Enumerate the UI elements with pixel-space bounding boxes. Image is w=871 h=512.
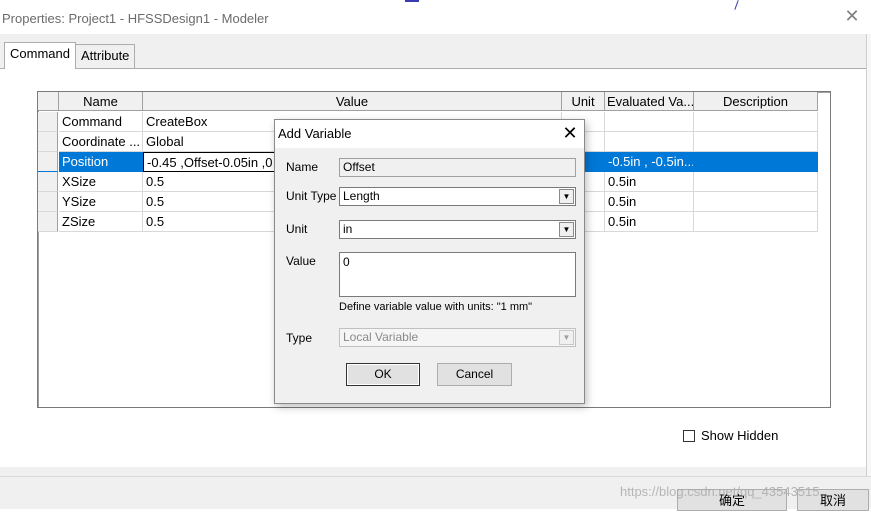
row-header[interactable] [38,112,58,132]
row-evaluated: 0.5in [605,192,694,212]
row-evaluated: -0.5in , -0.5in... [605,152,694,172]
value-label: Value [286,254,316,268]
show-hidden-checkbox[interactable] [683,430,695,442]
row-header[interactable] [38,132,58,152]
watermark-text: https://blog.csdn.net/qq_43543515 [620,484,820,499]
chevron-down-icon[interactable]: ▼ [559,222,574,237]
ok-button[interactable]: OK [346,363,420,386]
unit-type-value: Length [343,189,380,203]
row-header[interactable] [38,192,58,212]
unit-type-label: Unit Type [286,189,337,203]
column-header-value[interactable]: Value [143,92,562,111]
name-label: Name [286,160,319,174]
unit-type-select[interactable]: Length ▼ [339,187,576,206]
window-close-icon[interactable]: ✕ [840,5,864,29]
row-name: ZSize [59,212,143,232]
chevron-down-icon[interactable]: ▼ [559,189,574,204]
column-header-unit[interactable]: Unit [562,92,605,111]
row-description[interactable] [694,212,818,232]
column-header-name[interactable]: Name [59,92,143,111]
dialog-cancel-button[interactable]: Cancel [437,363,512,386]
row-description[interactable] [694,132,818,152]
type-select: Local Variable ▼ [339,328,576,347]
column-header-evaluated[interactable]: Evaluated Va... [605,92,694,111]
unit-select[interactable]: in ▼ [339,220,576,239]
row-evaluated: 0.5in [605,172,694,192]
row-description[interactable] [694,192,818,212]
row-evaluated [605,132,694,152]
unit-value: in [343,222,353,236]
row-header[interactable] [38,152,58,172]
row-header[interactable] [38,172,58,192]
name-field[interactable]: Offset [339,158,576,177]
row-name: XSize [59,172,143,192]
background-decoration [405,0,419,2]
row-name: YSize [59,192,143,212]
dialog-title: Add Variable [278,126,352,141]
dialog-close-icon[interactable]: ✕ [558,122,582,146]
unit-label: Unit [286,222,308,236]
row-description[interactable] [694,112,818,132]
type-label: Type [286,331,313,345]
value-input[interactable]: 0 [339,252,576,297]
tab-command[interactable]: Command [4,42,76,69]
window-title: Properties: Project1 - HFSSDesign1 - Mod… [2,11,269,26]
row-evaluated: 0.5in [605,212,694,232]
type-value: Local Variable [343,330,419,344]
column-header-description[interactable]: Description [694,92,818,111]
value-hint: Define variable value with units: "1 mm" [339,301,533,313]
grid-corner-header [38,92,59,111]
row-name: Command [59,112,143,132]
row-name: Coordinate ... [59,132,143,152]
window-edge [866,34,871,476]
row-header[interactable] [38,212,58,232]
add-variable-dialog: Add Variable ✕ Name Offset Unit Type Len… [274,119,585,404]
tab-attribute[interactable]: Attribute [75,44,136,68]
row-name: Position [59,152,143,172]
chevron-down-icon: ▼ [559,330,574,345]
show-hidden-label: Show Hidden [701,428,779,443]
row-evaluated [605,112,694,132]
row-description[interactable] [694,152,818,172]
row-description[interactable] [694,172,818,192]
